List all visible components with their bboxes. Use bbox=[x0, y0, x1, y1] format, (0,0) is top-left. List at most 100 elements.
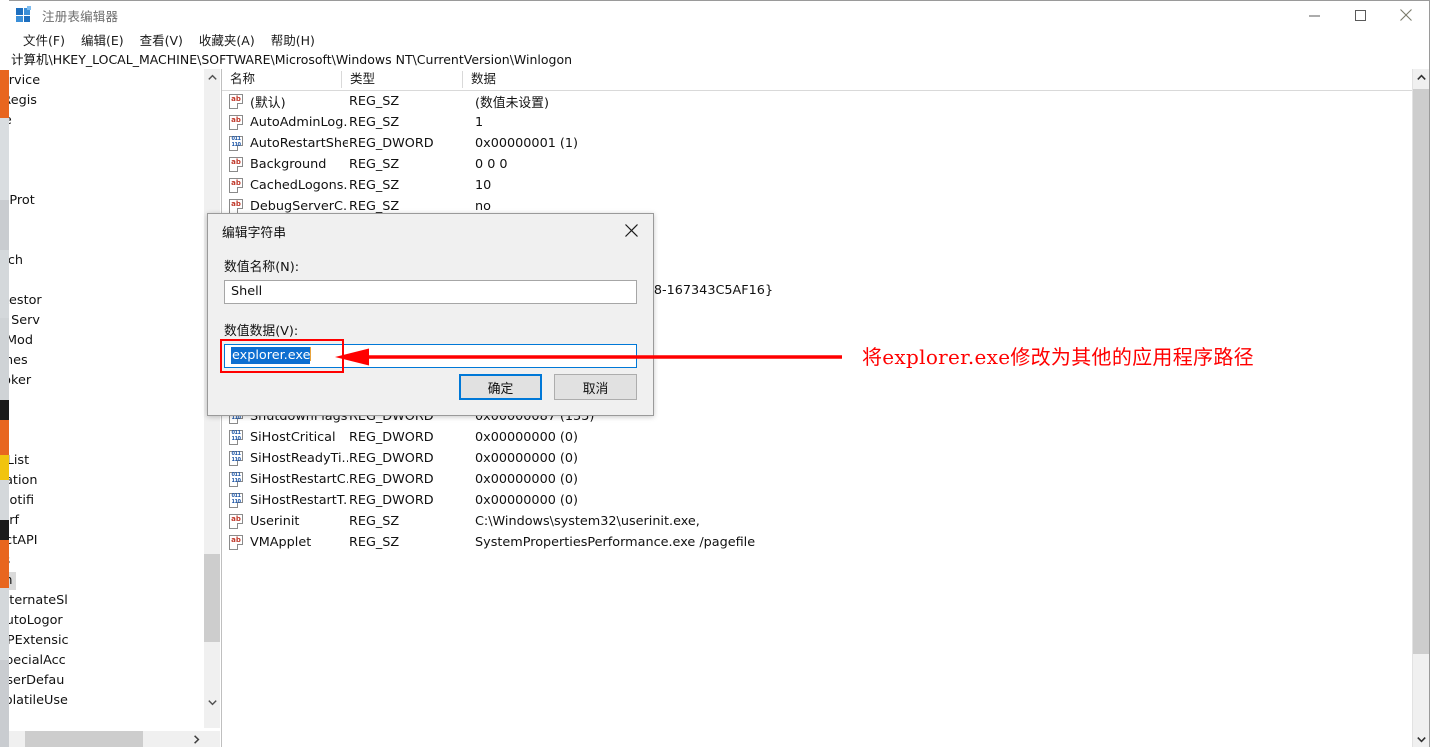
value-name-cell: Background bbox=[250, 157, 327, 172]
window-controls bbox=[1291, 1, 1429, 29]
maximize-button[interactable] bbox=[1337, 1, 1383, 29]
dialog-title: 编辑字符串 bbox=[222, 225, 286, 241]
tree-item-specialacc[interactable]: SpecialAcc bbox=[9, 651, 205, 671]
tree-scrollbar-thumb[interactable] bbox=[204, 554, 220, 642]
tree-hscrollbar-thumb[interactable] bbox=[25, 731, 143, 747]
tree-item-label: Superfetch bbox=[9, 253, 24, 268]
tree-item-srum[interactable]: SRUM bbox=[9, 231, 205, 251]
value-type-cell: REG_DWORD bbox=[349, 451, 434, 466]
tree-item-label: SpecialAcc bbox=[9, 653, 66, 668]
dialog-close-button[interactable] bbox=[609, 214, 653, 246]
value-type-cell: REG_SZ bbox=[349, 157, 400, 172]
tree-horizontal-scrollbar[interactable] bbox=[9, 731, 205, 747]
registry-value-row[interactable]: ab CachedLogons... REG_SZ 10 bbox=[222, 175, 1429, 196]
registry-value-row[interactable]: ab VMApplet REG_SZ SystemPropertiesPerforma… bbox=[222, 532, 1429, 553]
dword-value-icon: 011110 bbox=[228, 472, 246, 487]
tree-item-spp[interactable]: SPP bbox=[9, 211, 205, 231]
tree-item-svchost[interactable]: Svchost bbox=[9, 271, 205, 291]
string-value-icon: ab bbox=[228, 199, 246, 214]
registry-value-row[interactable]: 011 110 SiHostReadyTi... REG_DWORD 0x0000000… bbox=[222, 448, 1429, 469]
tree-item-label: WbemPerf bbox=[9, 513, 20, 528]
tree-item-label: VersionsList bbox=[9, 453, 30, 468]
annotation-arrow bbox=[335, 348, 842, 366]
tree-item-label: TileDataMod bbox=[9, 333, 33, 348]
scroll-up-icon[interactable] bbox=[204, 69, 220, 86]
tree-item-tiledatamod[interactable]: TileDataMod bbox=[9, 331, 205, 351]
tree-item-update[interactable]: Update bbox=[9, 431, 205, 451]
tree-item-userdefau[interactable]: UserDefau bbox=[9, 671, 205, 691]
tree-item-volatilenotifi[interactable]: VolatileNotifi bbox=[9, 491, 205, 511]
tree-item-secedit[interactable]: SecEdit bbox=[9, 131, 205, 151]
tree-item-label: WiFiDirectAPI bbox=[9, 533, 38, 548]
tree-item-winsat[interactable]: Winsat bbox=[9, 711, 205, 728]
registry-tree-pane: ProfileService RemoteRegis ScheduleSecEdit… bbox=[9, 69, 222, 747]
tree-item-uac[interactable]: UAC bbox=[9, 411, 205, 431]
scroll-right-icon[interactable] bbox=[188, 731, 205, 747]
value-data-cell: 0x00000000 (0) bbox=[475, 451, 579, 466]
tree-item-terminal-serv[interactable]: Terminal Serv bbox=[9, 311, 205, 331]
minimize-button[interactable] bbox=[1291, 1, 1337, 29]
menu-bar: 文件(F) 编辑(E) 查看(V) 收藏夹(A) 帮助(H) bbox=[9, 29, 1429, 50]
address-bar: 计算机\HKEY_LOCAL_MACHINE\SOFTWARE\Microsof… bbox=[9, 50, 1428, 69]
value-name-cell: VMApplet bbox=[250, 535, 312, 550]
dword-value-icon: 011110 bbox=[228, 430, 246, 445]
registry-value-row[interactable]: 011 110 AutoRestartShell REG_DWORD 0x0000000… bbox=[222, 133, 1429, 154]
menu-file[interactable]: 文件(F) bbox=[15, 29, 73, 50]
string-value-icon: ab bbox=[228, 535, 246, 550]
tree-item-winlogon[interactable]: Winlogon bbox=[9, 571, 205, 591]
cancel-button[interactable]: 取消 bbox=[554, 374, 637, 400]
tree-item-alternatesl[interactable]: AlternateSl bbox=[9, 591, 205, 611]
tree-item-softwareprot[interactable]: SoftwareProt bbox=[9, 191, 205, 211]
registry-value-row[interactable]: ab AutoAdminLog... REG_SZ 1 bbox=[222, 112, 1429, 133]
registry-value-row[interactable]: ab Userinit REG_SZ C:\Windows\system32\user… bbox=[222, 511, 1429, 532]
tree-item-tracing[interactable]: Tracing bbox=[9, 391, 205, 411]
column-header-type[interactable]: 类型 bbox=[342, 69, 463, 90]
column-header-data[interactable]: 数据 bbox=[463, 69, 1429, 90]
scroll-up-icon[interactable] bbox=[1413, 69, 1429, 86]
close-button[interactable] bbox=[1383, 1, 1429, 29]
value-name-cell: Userinit bbox=[250, 514, 300, 529]
registry-path-input[interactable]: 计算机\HKEY_LOCAL_MACHINE\SOFTWARE\Microsof… bbox=[9, 50, 1428, 69]
tree-item-profileservice[interactable]: ProfileService bbox=[9, 71, 205, 91]
tree-item-label: RemoteRegis bbox=[9, 93, 37, 108]
menu-view[interactable]: 查看(V) bbox=[132, 29, 191, 50]
tree-item-wbemperf[interactable]: WbemPerf bbox=[9, 511, 205, 531]
registry-value-row[interactable]: 011 110 SiHostCritical REG_DWORD 0x00000000 … bbox=[222, 427, 1429, 448]
tree-item-versionslist[interactable]: VersionsList bbox=[9, 451, 205, 471]
string-value-icon: ab bbox=[228, 514, 246, 529]
column-header-name[interactable]: 名称 bbox=[222, 69, 342, 90]
tree-viewport: ProfileService RemoteRegis ScheduleSecEdit… bbox=[9, 69, 205, 728]
screen: 注册表编辑器 文件(F) 编辑(E) 查看(V) 收藏夹(A) 帮助(H) 计算… bbox=[0, 0, 1430, 747]
tree-item-virtualization[interactable]: Virtualization bbox=[9, 471, 205, 491]
scroll-down-icon[interactable] bbox=[204, 694, 220, 711]
value-data-selected-text: explorer.exe bbox=[231, 347, 311, 364]
tree-item-schedule[interactable]: Schedule bbox=[9, 111, 205, 131]
registry-value-row[interactable]: ab (默认) REG_SZ (数值未设置) bbox=[222, 91, 1429, 112]
tree-item-tokenbroker[interactable]: TokenBroker bbox=[9, 371, 205, 391]
tree-item-volatileuse[interactable]: VolatileUse bbox=[9, 691, 205, 711]
tree-item-label: VolatileUse bbox=[9, 693, 68, 708]
tree-item-systemrestor[interactable]: SystemRestor bbox=[9, 291, 205, 311]
ok-button[interactable]: 确定 bbox=[459, 374, 542, 400]
value-name-input[interactable]: Shell bbox=[224, 280, 637, 304]
tree-item-windows[interactable]: Windows bbox=[9, 551, 205, 571]
menu-edit[interactable]: 编辑(E) bbox=[73, 29, 132, 50]
tree-item-label: Windows bbox=[9, 552, 13, 570]
registry-value-row[interactable]: 011 110 SiHostRestartC... REG_DWORD 0x000000… bbox=[222, 469, 1429, 490]
list-vertical-scrollbar[interactable] bbox=[1412, 69, 1429, 747]
value-name-cell: DebugServerC... bbox=[250, 199, 348, 214]
tree-item-wifidirectapi[interactable]: WiFiDirectAPI bbox=[9, 531, 205, 551]
tree-item-sensor[interactable]: Sensor bbox=[9, 151, 205, 171]
registry-value-row[interactable]: 011 110 SiHostRestartT... REG_DWORD 0x000000… bbox=[222, 490, 1429, 511]
menu-favorites[interactable]: 收藏夹(A) bbox=[191, 29, 263, 50]
tree-item-setup[interactable]: setup bbox=[9, 171, 205, 191]
registry-value-row[interactable]: ab Background REG_SZ 0 0 0 bbox=[222, 154, 1429, 175]
tree-item-gpextensic[interactable]: GPExtensic bbox=[9, 631, 205, 651]
tree-item-remoteregis[interactable]: RemoteRegis bbox=[9, 91, 205, 111]
tree-item-autologor[interactable]: AutoLogor bbox=[9, 611, 205, 631]
menu-help[interactable]: 帮助(H) bbox=[263, 29, 323, 50]
tree-item-superfetch[interactable]: Superfetch bbox=[9, 251, 205, 271]
tree-item-time-zones[interactable]: Time Zones bbox=[9, 351, 205, 371]
list-scrollbar-thumb[interactable] bbox=[1413, 89, 1429, 654]
scroll-down-icon[interactable] bbox=[1413, 731, 1429, 747]
